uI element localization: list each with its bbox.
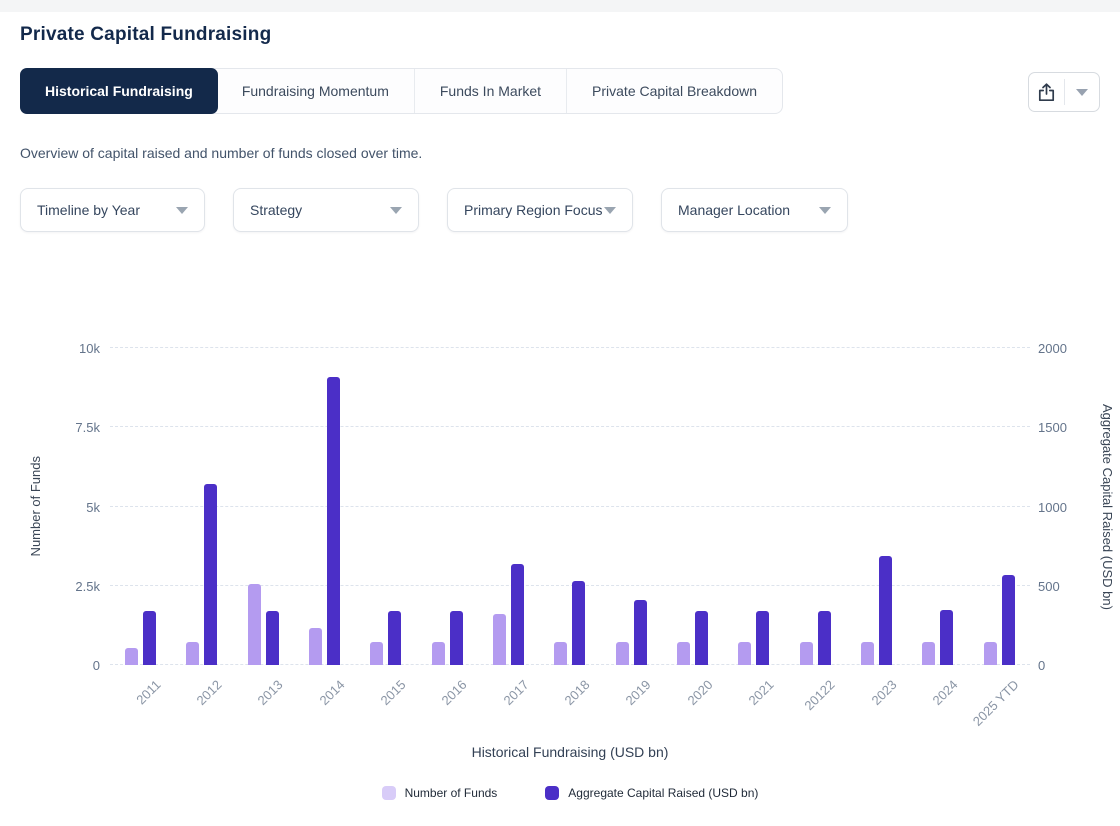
legend-swatch-icon — [545, 786, 559, 800]
right-tick: 0 — [1038, 658, 1045, 673]
legend-label: Aggregate Capital Raised (USD bn) — [568, 786, 758, 800]
left-tick: 7.5k — [20, 420, 100, 435]
tabs-row: Historical FundraisingFundraising Moment… — [20, 68, 1100, 114]
export-options-button[interactable] — [1065, 73, 1100, 111]
legend-swatch-icon — [382, 786, 396, 800]
legend-item-aggregate-capital-raised[interactable]: Aggregate Capital Raised (USD bn) — [545, 786, 758, 800]
tab-funds-in-market[interactable]: Funds In Market — [415, 69, 567, 113]
left-tick: 0 — [20, 658, 100, 673]
caret-down-icon — [604, 207, 616, 214]
filter-label: Strategy — [250, 202, 302, 218]
filter-manager-location[interactable]: Manager Location — [661, 188, 848, 232]
tab-private-capital-breakdown[interactable]: Private Capital Breakdown — [567, 69, 782, 113]
page-top-strip — [0, 0, 1120, 12]
page-subtitle: Overview of capital raised and number of… — [20, 145, 1100, 161]
right-tick: 2000 — [1038, 341, 1067, 356]
legend-item-number-of-funds[interactable]: Number of Funds — [382, 786, 498, 800]
x-axis-labels: 2011201220132014201520162017201820192020… — [110, 348, 1030, 665]
filters-row: Timeline by Year Strategy Primary Region F… — [20, 188, 1100, 232]
chart-legend: Number of Funds Aggregate Capital Raised … — [110, 786, 1030, 800]
x-axis-title: Historical Fundraising (USD bn) — [110, 744, 1030, 760]
share-icon — [1038, 83, 1055, 102]
legend-label: Number of Funds — [405, 786, 498, 800]
tab-fundraising-momentum[interactable]: Fundraising Momentum — [217, 69, 415, 113]
fundraising-chart: Number of Funds Aggregate Capital Raised… — [20, 328, 1120, 826]
filter-primary-region-focus[interactable]: Primary Region Focus — [447, 188, 633, 232]
left-tick: 10k — [20, 341, 100, 356]
right-tick: 500 — [1038, 579, 1060, 594]
caret-down-icon — [819, 207, 831, 214]
filter-label: Manager Location — [678, 202, 790, 218]
right-tick: 1500 — [1038, 420, 1067, 435]
right-tick: 1000 — [1038, 500, 1067, 515]
filter-strategy[interactable]: Strategy — [233, 188, 419, 232]
export-button[interactable] — [1029, 73, 1064, 111]
export-split-button — [1028, 72, 1100, 112]
main-content: Private Capital Fundraising Historical F… — [0, 24, 1120, 826]
filter-timeline-by-year[interactable]: Timeline by Year — [20, 188, 205, 232]
caret-down-icon — [1076, 89, 1088, 96]
left-axis-ticks: 02.5k5k7.5k10k — [20, 348, 100, 665]
filter-label: Primary Region Focus — [464, 202, 603, 218]
page-title: Private Capital Fundraising — [20, 24, 1100, 46]
tab-historical-fundraising[interactable]: Historical Fundraising — [20, 68, 218, 114]
filter-label: Timeline by Year — [37, 202, 140, 218]
caret-down-icon — [390, 207, 402, 214]
tab-group: Historical FundraisingFundraising Moment… — [20, 68, 783, 114]
left-tick: 2.5k — [20, 579, 100, 594]
left-tick: 5k — [20, 500, 100, 515]
right-axis-ticks: 0500100015002000 — [1038, 348, 1118, 665]
caret-down-icon — [176, 207, 188, 214]
